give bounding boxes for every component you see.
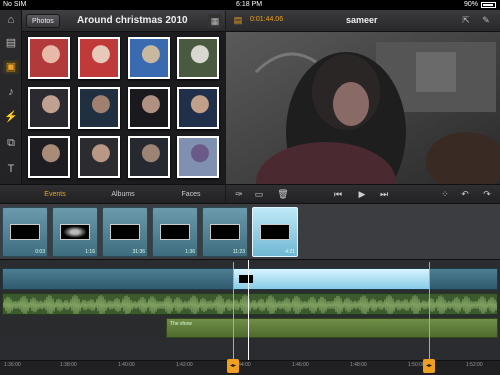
trash-icon[interactable]: 🗑 [276,188,290,201]
photo-image [179,39,217,77]
transition-icon[interactable]: ⁘ [438,188,452,201]
clip-duration: 1:16 [85,249,95,255]
battery-percent: 90% [463,1,478,8]
album-title: Around christmas 2010 [77,15,188,26]
video-frame-image [226,32,500,184]
photos-library-icon[interactable]: ▣ [3,60,19,74]
clip-duration: 11:23 [232,249,245,255]
clip-duration: 0:03 [35,249,45,255]
clip-frame [160,224,190,240]
export-icon[interactable]: ⇱ [460,15,472,26]
project-menu-icon[interactable]: ▤ [232,15,244,26]
clip-thumbnail[interactable]: 31:36 [102,207,148,257]
clip-thumbnail[interactable]: 0:03 [2,207,48,257]
photos-back-button[interactable]: Photos [26,14,60,28]
photo-thumbnail[interactable] [78,87,120,129]
photo-image [30,39,68,77]
clip-thumbnail[interactable]: 11:23 [202,207,248,257]
ruler-tick-label: 1:46:00 [292,362,309,368]
ruler-tick-label: 1:52:00 [466,362,483,368]
tab-albums[interactable]: Albums [88,187,158,202]
status-clock: 6:18 PM [236,1,263,8]
music-track-label: The show [170,321,192,327]
wrench-icon[interactable]: ✑ [232,188,246,201]
clip-frame [260,224,290,240]
photo-thumbnail[interactable] [128,37,170,79]
ruler-tick-label: 1:40:00 [118,362,135,368]
title-text-icon[interactable]: T [3,162,19,176]
sound-effects-icon[interactable]: ⚡ [3,110,19,124]
clip-strip: 0:03 1:16 31:36 1:36 11:23 4:21 [0,203,500,260]
media-type-rail: ⌂ ▤ ▣ ♪ ⚡ ⧉ T [0,10,22,203]
photo-image [130,89,168,127]
tab-events[interactable]: Events [20,187,90,202]
photo-image [130,138,168,176]
browser-tabs: Events Albums Faces [0,184,225,203]
settings-icon[interactable]: ✎ [480,15,492,26]
clip-frame [110,224,140,240]
photo-thumbnail[interactable] [78,37,120,79]
clip-duration: 1:36 [185,249,195,255]
photo-thumbnail[interactable] [28,136,70,178]
photo-thumbnail[interactable] [177,37,219,79]
project-title: sameer [346,15,378,25]
home-icon[interactable]: ⌂ [3,13,19,27]
clip-thumbnail[interactable]: 1:36 [152,207,198,257]
ruler-tick-label: 1:36:00 [4,362,21,368]
clip-thumbnail[interactable]: 4:21 [252,207,298,257]
skip-forward-icon[interactable]: ⏭ [376,188,392,201]
photo-thumbnail[interactable] [128,136,170,178]
photo-image [80,39,118,77]
photo-image [179,138,217,176]
playhead[interactable] [248,260,249,360]
photo-image [30,89,68,127]
photo-thumbnail[interactable] [28,37,70,79]
photo-image [80,138,118,176]
selection-range [233,262,430,360]
redo-icon[interactable]: ↷ [480,188,494,201]
empty-music-region [2,318,164,338]
undo-icon[interactable]: ↶ [458,188,472,201]
status-bar: No SIM 6:18 PM 90% [0,0,500,10]
play-icon[interactable]: ▶ [354,188,370,201]
photo-thumbnail[interactable] [177,136,219,178]
split-clip-icon[interactable]: ▭ [252,188,266,201]
photo-image [80,89,118,127]
video-preview[interactable] [226,32,500,184]
photo-image [179,89,217,127]
timecode-display: 0:01:44.06 [250,16,284,23]
backgrounds-icon[interactable]: ⧉ [3,136,19,150]
ruler-tick-label: 1:42:00 [176,362,193,368]
photo-thumbnail[interactable] [128,87,170,129]
clip-frame [10,224,40,240]
trim-handle-end[interactable]: ◂▸ [423,359,435,373]
browser-header: Photos Around christmas 2010 ▦ [22,10,225,32]
photo-image [30,138,68,176]
clip-duration: 31:36 [132,249,145,255]
clip-frame [210,224,240,240]
photo-thumbnail[interactable] [78,136,120,178]
photo-thumbnail[interactable] [177,87,219,129]
battery-icon [481,2,496,8]
ruler-tick-label: 1:38:00 [60,362,77,368]
grid-view-icon[interactable]: ▦ [208,14,222,28]
viewer-header: ▤ 0:01:44.06 sameer ⇱ ✎ [226,10,500,32]
photo-image [130,39,168,77]
ruler-tick-label: 1:48:00 [350,362,367,368]
photo-grid [22,32,225,184]
music-note-icon[interactable]: ♪ [3,85,19,99]
clip-duration: 4:21 [285,249,295,255]
app-screen: No SIM 6:18 PM 90% ⌂ ▤ ▣ ♪ ⚡ ⧉ T Photos … [0,0,500,375]
transport-bar: ✑ ▭ 🗑 ⏮ ▶ ⏭ ⁘ ↶ ↷ [226,184,500,203]
carrier-label: No SIM [3,1,27,8]
tab-faces[interactable]: Faces [156,187,226,202]
timeline[interactable]: The show [0,260,500,360]
skip-back-icon[interactable]: ⏮ [330,188,346,201]
photo-thumbnail[interactable] [28,87,70,129]
trim-handle-start[interactable]: ◂▸ [227,359,239,373]
video-library-icon[interactable]: ▤ [3,36,19,50]
clip-thumbnail[interactable]: 1:16 [52,207,98,257]
clip-frame [60,224,90,240]
